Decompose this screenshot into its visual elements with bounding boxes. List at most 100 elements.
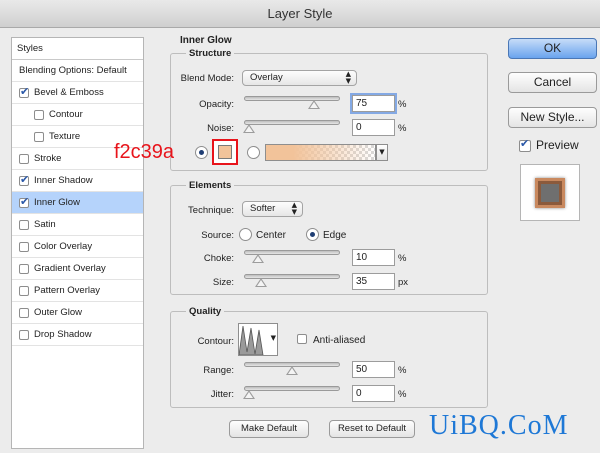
contour-curve-icon — [238, 325, 264, 356]
anti-aliased-checkbox[interactable] — [297, 334, 307, 344]
choke-field[interactable]: 10 — [352, 249, 395, 266]
style-item-checkbox[interactable] — [19, 219, 29, 230]
updown-arrows-icon: ▲ ▼ — [291, 201, 297, 216]
noise-field[interactable]: 0 — [352, 119, 395, 136]
range-slider-thumb[interactable] — [286, 366, 298, 375]
style-item[interactable]: Bevel & Emboss — [12, 82, 143, 104]
style-item-checkbox[interactable] — [19, 85, 29, 98]
opacity-slider[interactable] — [244, 96, 340, 101]
opacity-slider-thumb[interactable] — [307, 100, 320, 109]
make-default-button[interactable]: Make Default — [229, 420, 309, 438]
jitter-field[interactable]: 0 — [352, 385, 395, 402]
style-item[interactable]: Satin — [12, 214, 143, 236]
opacity-field[interactable]: 75 — [352, 95, 395, 112]
style-item-label: Color Overlay — [34, 241, 93, 252]
style-item[interactable]: Outer Glow — [12, 302, 143, 324]
quality-label: Quality — [186, 306, 225, 317]
technique-value: Softer — [250, 203, 276, 214]
choke-slider-thumb[interactable] — [251, 254, 264, 263]
preview-thumbnail — [520, 164, 580, 221]
style-item-checkbox[interactable] — [34, 131, 44, 142]
preview-swatch-outer — [535, 178, 565, 208]
blend-mode-label: Blend Mode: — [180, 73, 234, 84]
contour-dropdown-icon: ▼ — [270, 334, 276, 342]
style-item-checkbox[interactable] — [19, 329, 29, 340]
preview-checkbox[interactable] — [519, 137, 531, 152]
style-item[interactable]: Inner Glow — [12, 192, 143, 214]
style-item[interactable]: Gradient Overlay — [12, 258, 143, 280]
size-unit: px — [398, 277, 409, 288]
style-item-checkbox[interactable] — [34, 109, 44, 120]
color-swatch-highlight — [212, 139, 238, 165]
watermark-text: UiBQ.CoM — [429, 410, 569, 441]
size-label: Size: — [212, 277, 234, 288]
range-field[interactable]: 50 — [352, 361, 395, 378]
style-item[interactable]: Pattern Overlay — [12, 280, 143, 302]
style-item[interactable]: Contour — [12, 104, 143, 126]
style-item-checkbox[interactable] — [19, 195, 29, 208]
source-edge-radio[interactable] — [306, 228, 319, 241]
choke-label: Choke: — [203, 253, 234, 264]
glow-color-swatch[interactable] — [218, 145, 232, 159]
style-item-label: Drop Shadow — [34, 329, 92, 340]
window-titlebar: Layer Style — [0, 0, 600, 28]
style-item-checkbox[interactable] — [19, 173, 29, 186]
style-item-label: Gradient Overlay — [34, 263, 106, 274]
contour-label: Contour: — [197, 336, 234, 347]
contour-picker[interactable]: ▼ — [238, 323, 278, 356]
blend-mode-select[interactable]: Overlay ▲ ▼ — [242, 70, 357, 86]
style-item-checkbox[interactable] — [19, 307, 29, 318]
source-center-label: Center — [256, 230, 287, 241]
styles-header[interactable]: Styles — [12, 38, 143, 60]
range-unit: % — [398, 365, 407, 376]
gradient-dropdown-icon[interactable]: ▼ — [376, 144, 388, 161]
size-field[interactable]: 35 — [352, 273, 395, 290]
noise-slider[interactable] — [244, 120, 340, 125]
noise-unit: % — [398, 123, 407, 134]
structure-label: Structure — [186, 48, 235, 59]
opacity-label: Opacity: — [199, 99, 234, 110]
jitter-label: Jitter: — [210, 389, 234, 400]
style-item-label: Outer Glow — [34, 307, 83, 318]
size-slider-thumb[interactable] — [255, 278, 268, 287]
style-item-checkbox[interactable] — [19, 153, 29, 164]
reset-to-default-button[interactable]: Reset to Default — [329, 420, 415, 438]
styles-list: Styles Blending Options: Default Bevel & … — [11, 37, 144, 449]
style-item[interactable]: Color Overlay — [12, 236, 143, 258]
solid-color-radio[interactable] — [195, 146, 208, 159]
ok-button[interactable]: OK — [508, 38, 597, 59]
range-label: Range: — [203, 365, 234, 376]
opacity-unit: % — [398, 99, 407, 110]
style-item-label: Bevel & Emboss — [34, 87, 104, 98]
cancel-button[interactable]: Cancel — [508, 72, 597, 93]
jitter-unit: % — [398, 389, 407, 400]
noise-slider-thumb[interactable] — [243, 124, 255, 133]
gradient-preview[interactable] — [265, 144, 376, 161]
preview-swatch-inner — [541, 184, 559, 202]
style-item-checkbox[interactable] — [19, 285, 29, 296]
style-item[interactable]: Inner Shadow — [12, 170, 143, 192]
style-item-label: Inner Glow — [34, 197, 80, 208]
style-item[interactable]: Blending Options: Default — [12, 60, 143, 82]
choke-unit: % — [398, 253, 407, 264]
gradient-radio[interactable] — [247, 146, 260, 159]
style-item[interactable]: Drop Shadow — [12, 324, 143, 346]
jitter-slider[interactable] — [244, 386, 340, 391]
anti-aliased-label: Anti-aliased — [313, 335, 366, 346]
panel-title: Inner Glow — [180, 35, 232, 46]
window-title: Layer Style — [267, 6, 333, 21]
style-item-label: Stroke — [34, 153, 62, 164]
source-center-radio[interactable] — [239, 228, 252, 241]
style-item-label: Blending Options: Default — [19, 65, 127, 76]
technique-label: Technique: — [188, 205, 234, 216]
style-item-label: Texture — [49, 131, 81, 142]
style-item-checkbox[interactable] — [19, 241, 29, 252]
new-style-button[interactable]: New Style... — [508, 107, 597, 128]
jitter-slider-thumb[interactable] — [243, 390, 255, 399]
style-item-label: Contour — [49, 109, 83, 120]
color-annotation: f2c39a — [114, 141, 175, 163]
technique-select[interactable]: Softer ▲ ▼ — [242, 201, 303, 217]
style-item-label: Satin — [34, 219, 56, 230]
style-item-label: Pattern Overlay — [34, 285, 100, 296]
style-item-checkbox[interactable] — [19, 263, 29, 274]
